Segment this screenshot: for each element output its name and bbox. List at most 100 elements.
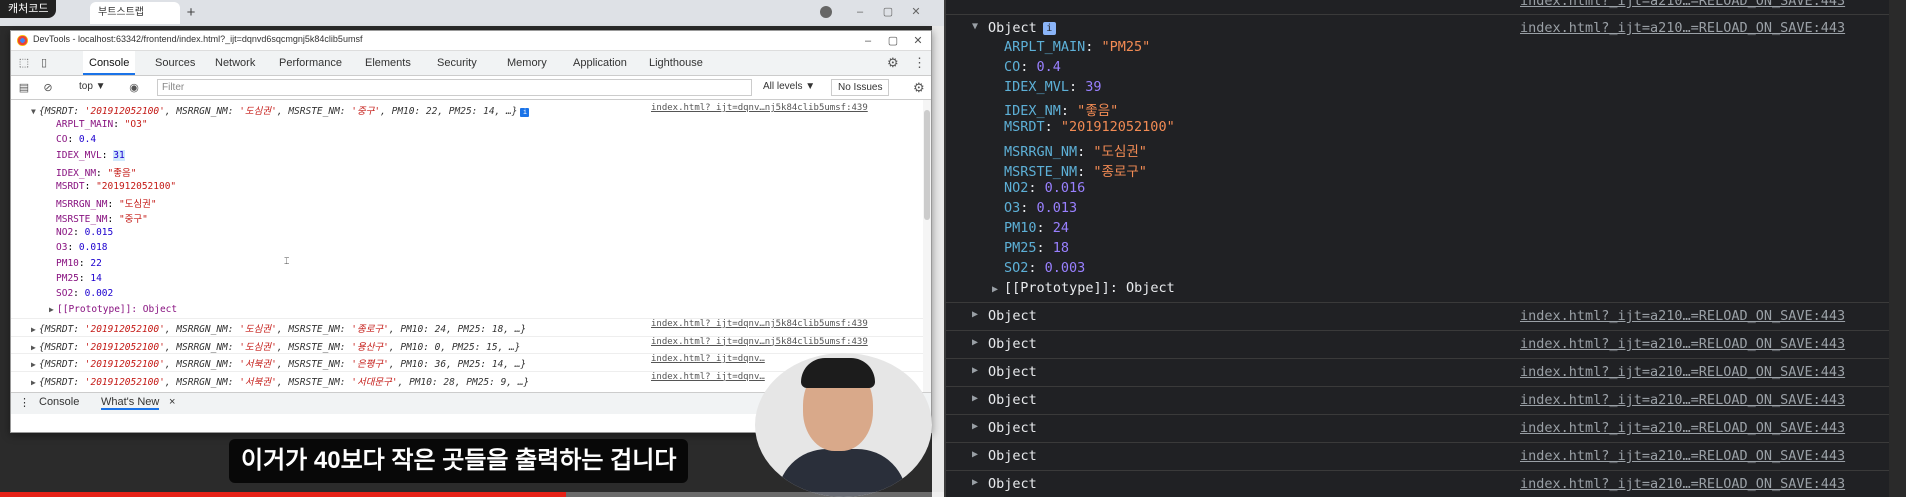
tab-security[interactable]: Security xyxy=(431,51,483,75)
property-row[interactable]: O3: 0.013 xyxy=(1004,200,1077,220)
source-link[interactable]: index.html?_ijt=a210…=RELOAD_ON_SAVE:443 xyxy=(1520,476,1845,492)
log-entry-collapsed[interactable]: ▶ {MSRDT: '201912052100', MSRRGN_NM: '도심권… xyxy=(11,335,926,353)
device-toolbar-icon[interactable]: ▯ xyxy=(37,56,51,70)
expand-caret-icon[interactable]: ▼ xyxy=(972,21,978,32)
property-row[interactable]: MSRDT: "201912052100" xyxy=(1004,119,1175,139)
log-entry-collapsed[interactable]: ▶ Object index.html?_ijt=a210…=RELOAD_ON_S… xyxy=(944,414,1906,442)
more-options-icon[interactable]: ⋮ xyxy=(913,55,926,71)
expand-caret-icon[interactable]: ▶ xyxy=(972,309,978,320)
log-entry-collapsed[interactable]: ▶ Object index.html?_ijt=a210…=RELOAD_ON_S… xyxy=(944,302,1906,330)
log-entry-collapsed[interactable]: ▶ Object index.html?_ijt=a210…=RELOAD_ON_S… xyxy=(944,442,1906,470)
record-icon[interactable] xyxy=(820,6,832,18)
property-row[interactable]: CO: 0.4 xyxy=(1004,59,1061,79)
expand-caret-icon[interactable]: ▶ xyxy=(972,393,978,404)
console-scrollbar[interactable] xyxy=(1889,0,1906,497)
property-row[interactable]: SO2: 0.002 xyxy=(11,288,926,303)
source-link[interactable]: index.html?_ijt=a210…=RELOAD_ON_SAVE:443 xyxy=(1520,336,1845,352)
log-entry-collapsed[interactable]: ▶ Object index.html?_ijt=a210…=RELOAD_ON_S… xyxy=(944,330,1906,358)
log-entry-expanded[interactable]: ▼ {MSRDT: '201912052100', MSRRGN_NM: '도심권… xyxy=(11,103,926,118)
page-scrollbar[interactable] xyxy=(932,26,944,497)
source-link[interactable]: index.html?_ijt=a210…=RELOAD_ON_SAVE:443 xyxy=(1520,448,1845,464)
expand-caret-icon[interactable]: ▶ xyxy=(992,284,1004,295)
property-row[interactable]: PM25: 14 xyxy=(11,273,926,288)
log-entry-collapsed[interactable]: ▶ Object index.html?_ijt=a210…=RELOAD_ON_S… xyxy=(944,386,1906,414)
property-row[interactable]: IDEX_MVL: 31 xyxy=(11,149,926,165)
close-icon[interactable]: ✕ xyxy=(906,4,926,20)
source-link[interactable]: index.html?_ijt=a210…=RELOAD_ON_SAVE:443 xyxy=(1520,420,1845,436)
devtools-maximize-icon[interactable]: ▢ xyxy=(883,33,903,49)
property-row[interactable]: PM10: 22 xyxy=(11,258,926,273)
property-row[interactable]: SO2: 0.003 xyxy=(1004,260,1085,280)
maximize-icon[interactable]: ▢ xyxy=(878,4,898,20)
inspect-element-icon[interactable]: ⬚ xyxy=(17,56,31,70)
property-row[interactable]: MSRSTE_NM: "종로구" xyxy=(1004,160,1147,180)
log-entry-expanded[interactable]: ▼ Object i index.html?_ijt=a210…=RELOAD_O… xyxy=(944,14,1906,42)
property-row[interactable]: ARPLT_MAIN: "O3" xyxy=(11,119,926,134)
tab-lighthouse[interactable]: Lighthouse xyxy=(643,51,709,75)
tab-elements[interactable]: Elements xyxy=(359,51,417,75)
tab-memory[interactable]: Memory xyxy=(501,51,553,75)
new-tab-button[interactable]: + xyxy=(180,2,202,24)
console-filter-input[interactable] xyxy=(157,79,752,96)
expand-caret-icon[interactable]: ▼ xyxy=(31,107,39,116)
property-row[interactable]: MSRRGN_NM: "도심권" xyxy=(11,196,926,211)
log-entry-collapsed[interactable]: ▶ {MSRDT: '201912052100', MSRRGN_NM: '서북권… xyxy=(11,353,926,370)
clear-console-icon[interactable]: ⊘ xyxy=(41,81,55,95)
property-row[interactable]: ARPLT_MAIN: "PM25" xyxy=(1004,39,1150,59)
info-icon[interactable]: i xyxy=(520,108,530,117)
live-expression-eye-icon[interactable]: ◉ xyxy=(127,81,141,95)
prototype-row[interactable]: ▶ [[Prototype]]: Object xyxy=(992,280,1175,300)
tab-performance[interactable]: Performance xyxy=(273,51,348,75)
video-progress-bar[interactable] xyxy=(0,492,944,497)
property-row[interactable]: MSRSTE_NM: "중구" xyxy=(11,211,926,226)
source-link[interactable]: index.html?_ijt=a210…=RELOAD_ON_SAVE:443 xyxy=(1520,0,1845,9)
log-entry-collapsed[interactable]: ▶ Object index.html?_ijt=a210…=RELOAD_ON_S… xyxy=(944,470,1906,497)
drawer-tab-console[interactable]: Console xyxy=(39,396,79,408)
tab-sources[interactable]: Sources xyxy=(149,51,201,75)
source-link[interactable]: index.html?_ijt=a210…=RELOAD_ON_SAVE:443 xyxy=(1520,20,1845,36)
source-link[interactable]: index.html?_ijt=dqnv… xyxy=(651,372,765,382)
tab-network[interactable]: Network xyxy=(209,51,261,75)
property-row[interactable]: NO2: 0.016 xyxy=(1004,180,1085,200)
expand-caret-icon[interactable]: ▶ xyxy=(49,305,57,314)
prototype-row[interactable]: ▶ [[Prototype]]: Object xyxy=(11,304,926,319)
devtools-minimize-icon[interactable]: – xyxy=(858,33,878,49)
property-row[interactable]: PM25: 18 xyxy=(1004,240,1069,260)
property-row[interactable]: IDEX_NM: "좋음" xyxy=(1004,99,1118,119)
property-row[interactable]: IDEX_MVL: 39 xyxy=(1004,79,1102,99)
context-selector[interactable]: top ▼ xyxy=(79,81,106,92)
browser-tab[interactable]: 부트스트랩 xyxy=(90,2,180,24)
scroll-thumb[interactable] xyxy=(924,110,930,220)
property-row[interactable]: PM10: 24 xyxy=(1004,220,1069,240)
drawer-close-icon[interactable]: × xyxy=(169,396,175,408)
source-link[interactable]: index.html?_ijt=a210…=RELOAD_ON_SAVE:443 xyxy=(1520,392,1845,408)
property-row[interactable]: O3: 0.018 xyxy=(11,242,926,257)
drawer-tab-whats-new[interactable]: What's New xyxy=(101,396,160,410)
info-icon[interactable]: i xyxy=(1042,22,1056,35)
expand-caret-icon[interactable]: ▶ xyxy=(972,449,978,460)
expand-caret-icon[interactable]: ▶ xyxy=(972,337,978,348)
expand-caret-icon[interactable]: ▶ xyxy=(31,378,39,387)
drawer-menu-icon[interactable]: ⋮ xyxy=(19,396,30,409)
source-link[interactable]: index.html?_ijt=dqnv… xyxy=(651,354,765,364)
issues-button[interactable]: No Issues xyxy=(831,79,890,96)
expand-caret-icon[interactable]: ▶ xyxy=(31,343,39,352)
property-row[interactable]: CO: 0.4 xyxy=(11,134,926,149)
minimize-icon[interactable]: – xyxy=(850,4,870,20)
property-row[interactable]: MSRDT: "201912052100" xyxy=(11,181,926,196)
devtools-close-icon[interactable]: ✕ xyxy=(908,33,928,49)
console-scrollbar[interactable] xyxy=(923,100,931,392)
source-link[interactable]: index.html?_ijt=a210…=RELOAD_ON_SAVE:443 xyxy=(1520,308,1845,324)
source-link[interactable]: index.html?_ijt=a210…=RELOAD_ON_SAVE:443 xyxy=(1520,364,1845,380)
expand-caret-icon[interactable]: ▶ xyxy=(31,325,39,334)
settings-gear-icon[interactable]: ⚙ xyxy=(887,55,899,71)
sidebar-toggle-icon[interactable]: ▤ xyxy=(17,81,31,95)
expand-caret-icon[interactable]: ▶ xyxy=(972,365,978,376)
expand-caret-icon[interactable]: ▶ xyxy=(972,477,978,488)
expand-caret-icon[interactable]: ▶ xyxy=(31,360,39,369)
source-link[interactable]: index.html?_ijt=dqnv…nj5k84clib5umsf:439 xyxy=(651,337,868,347)
property-row[interactable]: MSRRGN_NM: "도심권" xyxy=(1004,140,1147,160)
expand-caret-icon[interactable]: ▶ xyxy=(972,421,978,432)
tab-application[interactable]: Application xyxy=(567,51,633,75)
log-entry-collapsed[interactable]: ▶ {MSRDT: '201912052100', MSRRGN_NM: '도심권… xyxy=(11,318,926,335)
